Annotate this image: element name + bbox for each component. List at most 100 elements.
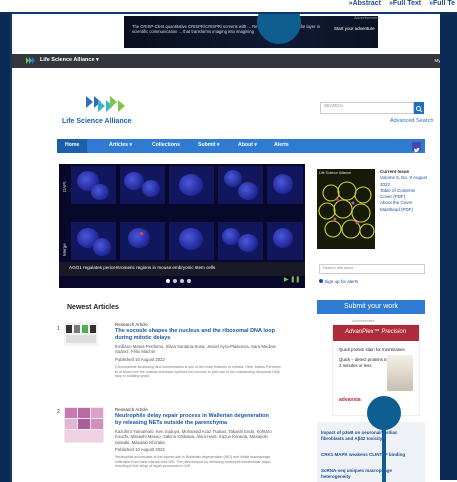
top-link-fulltext[interactable]: »Full Text <box>389 0 421 7</box>
image-tile <box>71 222 116 260</box>
carousel-play-pause[interactable]: ▶ ❚❚ <box>284 276 300 283</box>
nucleus-blob <box>238 234 258 252</box>
row-label-dapi: DAPI <box>62 181 67 192</box>
nucleus-blob <box>124 172 144 190</box>
ad-line1: Quick protein stain for membranes <box>339 347 405 352</box>
nav-about[interactable]: About ▾ <box>238 142 257 148</box>
newest-articles-heading: Newest Articles <box>67 304 119 311</box>
nucleus-blob <box>273 174 293 194</box>
current-issue-box: Current Issue Volume 5, No. 8 August 202… <box>380 169 430 213</box>
ad-line2: Quick – detect proteins in 2 minutes or … <box>339 357 388 368</box>
lsa-network-bar: Life Science Alliance ▾ My Alerts <box>12 54 457 68</box>
search-button[interactable] <box>414 102 424 114</box>
brand-name: Life Science Alliance <box>62 118 132 125</box>
article-type: Research Article <box>115 322 148 327</box>
cover-art <box>318 181 375 239</box>
ad-right-text: Start your adventure <box>334 26 375 31</box>
image-tile <box>169 166 214 204</box>
article-authors: Kazuhiro Yamamoto, Ken Sudoya, Mohamad A… <box>115 429 272 445</box>
image-tile <box>169 222 214 260</box>
issue-search-input[interactable]: Search this issue <box>319 264 425 274</box>
nucleus-blob <box>179 228 203 250</box>
image-tile <box>71 166 116 204</box>
image-tile <box>120 222 165 260</box>
carousel-dot[interactable] <box>180 279 184 283</box>
article-thumbnail[interactable] <box>64 322 98 346</box>
nav-alerts[interactable]: Alerts <box>274 142 289 148</box>
issue-volume[interactable]: Volume 5, No. 8 August 2022 <box>380 175 430 188</box>
carousel-dot[interactable] <box>166 279 170 283</box>
cursor-marker-stem <box>382 428 386 482</box>
article-title[interactable]: The socoule shapes the nucleus and the r… <box>115 328 275 341</box>
main-nav: Home Articles ▾ Collections Submit ▾ Abo… <box>57 139 425 153</box>
top-strip: »Abstract »Full Text »Full Te <box>0 0 457 12</box>
page-frame: Advertisement The CRISP-Clent quantitati… <box>10 12 457 482</box>
lsa-network-title[interactable]: Life Science Alliance ▾ <box>40 57 99 63</box>
nucleus-blob <box>273 228 293 248</box>
article-number: 1 <box>57 326 60 332</box>
article-authors: Emiliano Matos-Perdomo, Silvia Santana-S… <box>115 344 277 355</box>
chevron-down-icon: ▾ <box>96 57 99 63</box>
article-abstract: Neutrophils accumulate at the injured si… <box>115 455 271 468</box>
ad-bar: Advertisement The CRISP-Clent quantitati… <box>12 14 457 52</box>
signup-alerts-link[interactable]: Sign up for alerts <box>319 279 358 284</box>
nucleus-blob <box>91 184 109 200</box>
article-number: 2 <box>57 409 60 415</box>
lsa-mini-logo-icon <box>26 57 35 64</box>
nav-articles[interactable]: Articles ▾ <box>109 142 132 148</box>
image-tile <box>267 166 303 204</box>
lsa-network-title-text: Life Science Alliance <box>40 57 95 63</box>
ad-brand: advansta <box>339 397 361 403</box>
twitter-button[interactable] <box>412 142 421 153</box>
top-link-fulltext-2[interactable]: »Full Te <box>429 0 455 7</box>
nav-submit[interactable]: Submit ▾ <box>198 142 220 148</box>
top-links: »Abstract »Full Text »Full Te <box>343 0 455 7</box>
issue-cover-image[interactable]: Life Science Alliance <box>317 169 375 249</box>
top-link-abstract[interactable]: »Abstract <box>349 0 381 7</box>
nucleus-blob <box>238 182 258 200</box>
article-published: Published 10 August 2022 <box>115 357 165 362</box>
nucleus-blob <box>179 174 203 196</box>
sidebar-ad-label: Advertisement <box>352 319 375 323</box>
signup-alerts-label: Sign up for alerts <box>324 279 359 284</box>
image-tile <box>218 222 263 260</box>
ad-label: Advertisement <box>354 15 380 20</box>
nucleus-blob <box>142 180 160 197</box>
nav-home[interactable]: Home <box>65 142 79 148</box>
nav-collections[interactable]: Collections <box>152 142 180 148</box>
ad-product-image <box>387 355 413 391</box>
carousel-dot[interactable] <box>187 279 191 283</box>
carousel-caption[interactable]: AGO1 regulates pericentromeric regions i… <box>69 265 215 270</box>
cursor-marker-bottom <box>367 396 401 430</box>
image-tile <box>218 166 263 204</box>
twitter-icon <box>414 147 420 153</box>
article-type: Research Article <box>115 407 148 412</box>
article-published: Published 10 August 2022 <box>115 447 165 452</box>
signal-dot <box>140 232 143 235</box>
nucleus-blob <box>128 228 150 248</box>
image-tile <box>120 166 165 204</box>
ad-banner[interactable]: Advertisement The CRISP-Clent quantitati… <box>124 15 380 48</box>
search-icon <box>416 106 423 113</box>
submit-work-button[interactable]: Submit your work <box>317 300 425 314</box>
right-edge-bar <box>440 12 457 480</box>
lsa-logo-icon[interactable] <box>84 94 129 116</box>
masthead-pdf-link[interactable]: Masthead (PDF) <box>380 207 430 213</box>
ad-title: AdvanPlex™ Precision <box>345 329 407 335</box>
bullet-icon <box>319 279 323 283</box>
article-title[interactable]: Neutrophils delay repair process in Wall… <box>115 413 275 426</box>
row-label-merge: Merge <box>62 243 67 256</box>
related-item[interactable]: ScRNA-seq uniques macrophage heterogenei… <box>321 468 421 479</box>
article-abstract: Chromosome structuring and condensation … <box>115 365 281 378</box>
advanced-search-link[interactable]: Advanced Search <box>390 118 433 124</box>
related-item[interactable]: CRK1 MAPK weakens CLINT1P binding <box>321 452 421 458</box>
related-item[interactable]: Impact of p3oB on neuronal/cardiac fibro… <box>321 430 421 441</box>
image-tile <box>267 222 303 260</box>
featured-carousel[interactable]: DAPI Merge AGO1 regulates pericentromeri… <box>59 164 305 288</box>
article-thumbnail[interactable] <box>64 407 104 443</box>
cover-masthead: Life Science Alliance <box>319 171 352 175</box>
carousel-dot[interactable] <box>173 279 177 283</box>
nucleus-blob <box>93 238 111 256</box>
related-list: Impact of p3oB on neuronal/cardiac fibro… <box>317 422 425 482</box>
search-input[interactable]: SEARCH <box>320 102 414 114</box>
